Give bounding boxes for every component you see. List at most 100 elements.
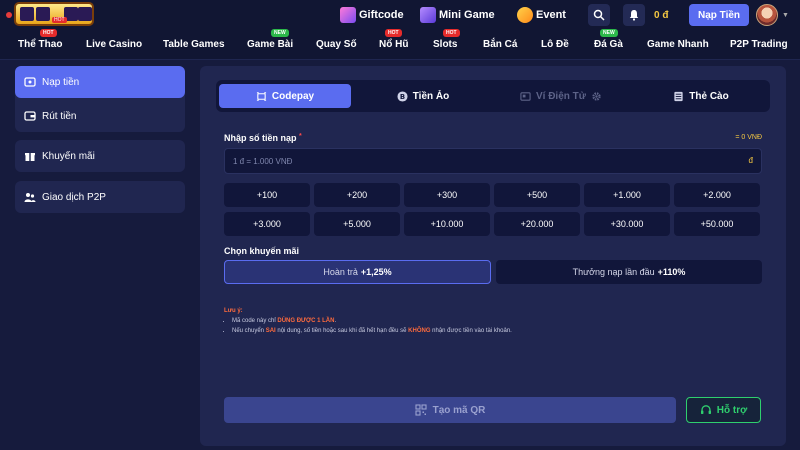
card-icon: [674, 91, 683, 101]
sidebar-item-label: Khuyến mãi: [42, 150, 95, 162]
sidebar-item-giao-dich-p2p[interactable]: Giao dịch P2P: [15, 181, 185, 213]
tab-vi-dien-tu[interactable]: Ví Điện Tử: [495, 84, 627, 108]
nav-item-slots[interactable]: HOT Slots: [433, 29, 460, 50]
hot-badge: HOT: [443, 29, 460, 37]
sidebar-item-rut-tien[interactable]: Rút tiền: [15, 100, 185, 132]
event-link[interactable]: Event: [517, 6, 566, 24]
nav-label: Bắn Cá: [483, 39, 518, 50]
quick-amount-chip[interactable]: +300: [404, 183, 490, 207]
nav-label: P2P Trading: [730, 39, 788, 50]
quick-amount-chip[interactable]: +2.000: [674, 183, 760, 207]
users-icon: [24, 193, 36, 202]
sidebar-item-label: Nạp tiền: [42, 76, 80, 88]
new-badge: NEW: [271, 29, 289, 37]
sidebar-item-label: Rút tiền: [42, 110, 77, 122]
notification-button[interactable]: [623, 4, 645, 26]
note-item: Mã code này chỉ DÙNG ĐƯỢC 1 LẦN.: [232, 316, 512, 326]
bitcoin-icon: B: [397, 90, 408, 102]
nav-item-da-ga[interactable]: NEW Đá Gà: [594, 29, 623, 50]
nav-item-quay-so[interactable]: Quay Số: [316, 39, 357, 50]
quick-amount-chip[interactable]: +20.000: [494, 212, 580, 236]
quick-amount-chip[interactable]: +500: [494, 183, 580, 207]
gift-icon: [25, 153, 35, 161]
promo-option-first-deposit[interactable]: Thưởng nạp lần đầu +110%: [496, 260, 762, 284]
deposit-button[interactable]: Nạp Tiền: [689, 4, 749, 26]
avatar[interactable]: [756, 4, 778, 26]
nav-item-ban-ca[interactable]: Bắn Cá: [483, 39, 517, 50]
nav-item-the-thao[interactable]: HOT Thể Thao: [18, 29, 63, 50]
giftcode-link[interactable]: Giftcode: [340, 6, 404, 24]
main-nav: HOT Thể Thao Live Casino Table Games NEW…: [0, 29, 800, 60]
sidebar-item-nap-tien[interactable]: Nạp tiền: [15, 66, 185, 98]
quick-amount-chip[interactable]: +3.000: [224, 212, 310, 236]
nav-label: Đá Gà: [594, 39, 623, 50]
nav-item-no-hu[interactable]: HOT Nổ Hũ: [379, 29, 409, 50]
gift-icon: [340, 7, 356, 23]
support-button[interactable]: Hỗ trợ: [686, 397, 761, 423]
event-label: Event: [536, 9, 566, 21]
minigame-link[interactable]: Mini Game: [420, 6, 495, 24]
nav-label: Lô Đề: [541, 39, 569, 50]
create-qr-button[interactable]: Tạo mã QR: [224, 397, 676, 423]
tab-tien-ao[interactable]: B Tiền Ảo: [357, 84, 489, 108]
tab-the-cao[interactable]: Thẻ Cào: [635, 84, 767, 108]
balance-display: 0 đ: [654, 9, 669, 21]
top-bar: HOT Giftcode Mini Game Event 0 đ Nạp Tiề…: [0, 0, 800, 30]
gear-icon: [592, 91, 601, 101]
promo-option-cashback[interactable]: Hoàn trả +1,25%: [224, 260, 491, 284]
quick-amount-chip[interactable]: +5.000: [314, 212, 400, 236]
wallet-in-icon: [24, 77, 36, 87]
promo-option-value: +1,25%: [360, 267, 392, 277]
quick-amount-chip[interactable]: +30.000: [584, 212, 670, 236]
sidebar-p2p-group: Giao dịch P2P: [15, 181, 185, 213]
support-label: Hỗ trợ: [716, 404, 748, 416]
quick-amount-chip[interactable]: +200: [314, 183, 400, 207]
sidebar-promo-group: Khuyến mãi: [15, 140, 185, 172]
quick-amount-chip[interactable]: +10.000: [404, 212, 490, 236]
headset-icon: [700, 405, 711, 414]
new-badge: NEW: [600, 29, 618, 37]
ewallet-icon: [520, 91, 531, 101]
search-button[interactable]: [588, 4, 610, 26]
logo-dot: [6, 12, 12, 18]
nav-label: Slots: [433, 39, 458, 50]
amount-input[interactable]: [225, 149, 725, 173]
tab-label: Ví Điện Tử: [535, 90, 587, 102]
chevron-down-icon[interactable]: ▼: [782, 12, 789, 19]
search-icon: [593, 9, 605, 21]
tab-label: Tiền Ảo: [412, 90, 450, 102]
site-logo[interactable]: HOT: [2, 2, 96, 26]
tab-label: Codepay: [271, 90, 315, 102]
note-title: Lưu ý:: [224, 308, 243, 314]
nav-label: Game Nhanh: [647, 39, 709, 50]
minigame-label: Mini Game: [439, 9, 495, 21]
nav-item-p2p-trading[interactable]: P2P Trading: [730, 39, 788, 50]
svg-text:B: B: [400, 92, 405, 100]
currency-symbol: đ: [748, 156, 753, 165]
note-item: Nếu chuyển SAI nội dung, số tiền hoặc sa…: [232, 326, 512, 336]
sidebar-item-khuyen-mai[interactable]: Khuyến mãi: [15, 140, 185, 172]
converted-amount: = 0 VNĐ: [735, 134, 762, 141]
amount-label-text: Nhập số tiền nạp: [224, 133, 297, 143]
deposit-panel: Codepay B Tiền Ảo Ví Điện Tử Thẻ Cào Nhậ…: [200, 66, 786, 446]
nav-item-live-casino[interactable]: Live Casino: [86, 39, 142, 50]
nav-label: Thể Thao: [18, 39, 63, 50]
nav-item-game-bai[interactable]: NEW Game Bài: [247, 29, 294, 50]
nav-label: Quay Số: [316, 39, 357, 50]
sidebar-item-label: Giao dịch P2P: [42, 191, 106, 203]
tab-codepay[interactable]: Codepay: [219, 84, 351, 108]
promo-option-text: Thưởng nạp lần đầu: [572, 267, 655, 277]
quick-amount-chip[interactable]: +100: [224, 183, 310, 207]
sidebar-wallet-group: Nạp tiền Rút tiền: [15, 66, 185, 132]
nav-label: Nổ Hũ: [379, 39, 409, 50]
amount-label: Nhập số tiền nạp *: [224, 133, 302, 143]
event-icon: [517, 7, 533, 23]
quick-amount-chip[interactable]: +1.000: [584, 183, 670, 207]
quick-amount-chip[interactable]: +50.000: [674, 212, 760, 236]
nav-label: Game Bài: [247, 39, 294, 50]
amount-input-wrapper: đ: [224, 148, 762, 174]
nav-item-table-games[interactable]: Table Games: [163, 39, 225, 50]
required-mark: *: [299, 133, 302, 140]
nav-item-game-nhanh[interactable]: Game Nhanh: [647, 39, 709, 50]
nav-item-lo-de[interactable]: Lô Đề: [541, 39, 569, 50]
